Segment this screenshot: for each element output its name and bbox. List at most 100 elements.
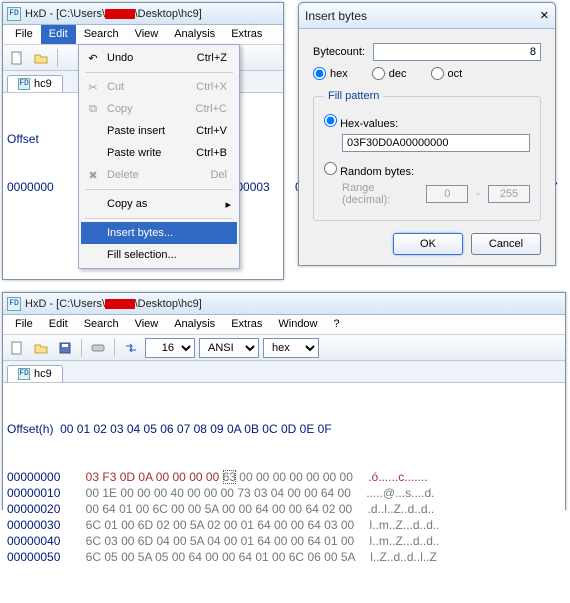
toolbar-sep [57,49,58,67]
open-icon[interactable] [31,338,51,358]
menu-search[interactable]: Search [76,25,127,44]
window-title: HxD - [C:\Users\x\Desktop\hc9] [25,298,561,310]
save-icon[interactable] [55,338,75,358]
new-icon[interactable] [7,338,27,358]
cut-icon: ✂ [85,79,101,95]
hex-values-input[interactable] [342,134,530,152]
menu-item-label: Paste write [107,147,161,159]
tab-label: hc9 [34,78,52,90]
menu-edit[interactable]: Edit [41,25,76,44]
app-icon: FD [7,7,21,21]
menu-shortcut: Del [210,169,227,181]
menu-shortcut: Ctrl+V [196,125,227,137]
bytecount-input[interactable] [373,43,541,61]
redacted: x [105,9,135,19]
close-icon[interactable]: ✕ [540,9,549,22]
undo-icon: ↶ [85,50,101,66]
hex-row[interactable]: 00000010 00 1E 00 00 00 40 00 00 00 73 0… [7,485,561,501]
radix-group: hex dec oct [313,67,541,80]
menu-edit[interactable]: Edit [41,315,76,334]
menu-search[interactable]: Search [76,315,127,334]
new-icon[interactable] [7,48,27,68]
hex-view[interactable]: Offset(h) 00 01 02 03 04 05 06 07 08 09 … [3,383,565,603]
menu-help[interactable]: ? [326,315,348,334]
menu-file[interactable]: File [7,25,41,44]
menu-extras[interactable]: Extras [223,25,270,44]
hex-row[interactable]: 00000040 6C 03 00 6D 04 00 5A 04 00 01 6… [7,533,561,549]
sep [81,339,82,357]
menu-shortcut: Ctrl+Z [197,52,227,64]
ok-button[interactable]: OK [393,233,463,255]
menu-sep [85,72,233,73]
columns-combo[interactable]: 16 [145,338,195,358]
menu-view[interactable]: View [127,25,167,44]
tab-hc9[interactable]: FD hc9 [7,365,63,382]
fill-pattern-group: Fill pattern Hex-values: Random bytes: R… [313,90,541,221]
menu-analysis[interactable]: Analysis [166,315,223,334]
random-bytes-radio[interactable]: Random bytes: [324,162,414,178]
hex-row[interactable]: 00000030 6C 01 00 6D 02 00 5A 02 00 01 6… [7,517,561,533]
charset-combo[interactable]: ANSI [199,338,259,358]
tab-hc9[interactable]: FD hc9 [7,75,63,92]
hex-row[interactable]: 00000020 00 64 01 00 6C 00 00 5A 00 00 6… [7,501,561,517]
menu-item-delete: ✖DeleteDel [81,164,237,186]
menu-sep [85,189,233,190]
arrows-icon[interactable] [121,338,141,358]
range-label: Range (decimal): [342,182,418,206]
menu-item-copy-as[interactable]: Copy as▸ [81,193,237,215]
submenu-arrow-icon: ▸ [225,198,231,211]
menu-item-paste-write[interactable]: Paste write Ctrl+B [81,142,237,164]
titlebar[interactable]: FD HxD - [C:\Users\x\Desktop\hc9] [3,3,283,25]
menu-item-label: Cut [107,81,124,93]
menu-analysis[interactable]: Analysis [166,25,223,44]
menu-view[interactable]: View [127,315,167,334]
menu-extras[interactable]: Extras [223,315,270,334]
hex-row[interactable]: 00000050 6C 05 00 5A 05 00 64 00 00 64 0… [7,549,561,565]
menu-item-label: Paste insert [107,125,165,137]
hex-values-radio[interactable]: Hex-values: [324,114,398,130]
edit-menu-popup: ↶ Undo Ctrl+Z ✂ Cut Ctrl+X ⧉ Copy Ctrl+C Paste in… [78,44,240,269]
redacted: x [105,299,135,309]
menu-item-insert-bytes-[interactable]: Insert bytes... [81,222,237,244]
menu-window[interactable]: Window [270,315,325,334]
menu-item-fill-selection-[interactable]: Fill selection... [81,244,237,266]
insert-bytes-dialog: Insert bytes ✕ Bytecount: hex dec oct Fi… [298,2,556,266]
disk-icon[interactable] [88,338,108,358]
dialog-title: Insert bytes [305,9,540,23]
fill-pattern-legend: Fill pattern [324,90,383,102]
app-icon: FD [7,297,21,311]
menu-item-undo[interactable]: ↶ Undo Ctrl+Z [81,47,237,69]
menu-item-cut: ✂ Cut Ctrl+X [81,76,237,98]
menu-item-label: Copy [107,103,133,115]
offset-address: 0000000 [7,179,79,195]
radix-oct[interactable]: oct [431,67,463,80]
titlebar[interactable]: FD HxD - [C:\Users\x\Desktop\hc9] [3,293,565,315]
dialog-titlebar[interactable]: Insert bytes ✕ [299,3,555,29]
range-to-input[interactable] [488,185,530,203]
menu-file[interactable]: File [7,315,41,334]
range-from-input[interactable] [426,185,468,203]
copy-icon: ⧉ [85,101,101,117]
cancel-button[interactable]: Cancel [471,233,541,255]
hex-row[interactable]: 00000000 03 F3 0D 0A 00 00 00 00 63 00 0… [7,469,561,485]
menu-shortcut: Ctrl+B [196,147,227,159]
menu-sep [85,218,233,219]
menubar: File Edit Search View Analysis Extras [3,25,283,45]
menubar: File Edit Search View Analysis Extras Wi… [3,315,565,335]
file-icon: FD [18,368,30,380]
window-title: HxD - [C:\Users\x\Desktop\hc9] [25,8,279,20]
menu-item-label: Insert bytes... [107,227,173,239]
radix-dec[interactable]: dec [372,67,407,80]
hxd-bottom-window: FD HxD - [C:\Users\x\Desktop\hc9] File E… [2,292,566,510]
open-icon[interactable] [31,48,51,68]
tabstrip: FD hc9 [3,361,565,383]
base-combo[interactable]: hex [263,338,319,358]
tab-label: hc9 [34,368,52,380]
file-icon: FD [18,78,30,90]
menu-shortcut: Ctrl+X [196,81,227,93]
menu-item-copy: ⧉ Copy Ctrl+C [81,98,237,120]
menu-item-label: Undo [107,52,133,64]
menu-shortcut: Ctrl+C [196,103,227,115]
menu-item-paste-insert[interactable]: Paste insert Ctrl+V [81,120,237,142]
radix-hex[interactable]: hex [313,67,348,80]
